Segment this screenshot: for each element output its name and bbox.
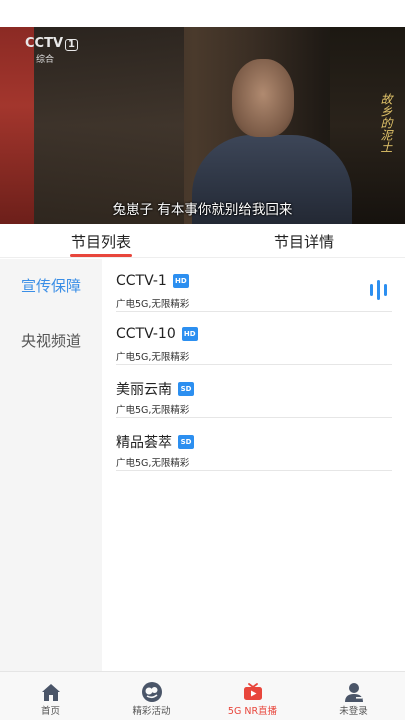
tv-icon [243,683,262,700]
nav-5g-live-label: 5G NR直播 [227,706,278,717]
nav-account[interactable]: 未登录 [303,672,404,720]
nav-home[interactable]: 首页 [0,672,101,720]
status-bar [0,0,405,27]
hd-badge: HD [181,327,198,341]
channel-description: 广电5G,无限精彩 [116,405,190,416]
video-player[interactable]: CCTV 1 综合 故乡的泥土 兔崽子 有本事你就别给我回来 [0,27,405,224]
now-playing-icon [368,279,390,301]
tab-program-list[interactable]: 节目列表 [56,231,146,252]
channel-description: 广电5G,无限精彩 [116,458,190,469]
video-subtitle: 兔崽子 有本事你就别给我回来 [112,202,293,218]
sidebar-item-cctv-channels[interactable]: 央视频道 [0,330,102,351]
category-sidebar: 宣传保障 央视频道 [0,259,102,671]
channel-logo: CCTV 1 [25,37,78,51]
channel-name: CCTV-10 [116,326,176,342]
channel-name: CCTV-1 [116,273,167,289]
live-page: CCTV 1 综合 故乡的泥土 兔崽子 有本事你就别给我回来 节目列表 节目详情 … [0,0,405,720]
nav-home-label: 首页 [40,706,60,717]
nav-activities-label: 精彩活动 [132,706,171,717]
channel-sub-label: 综合 [36,55,55,65]
channel-description: 广电5G,无限精彩 [116,352,190,363]
hd-badge: HD [172,274,189,288]
show-title-watermark: 故乡的泥土 [379,93,393,153]
sd-badge: SD [178,435,194,449]
user-icon [344,683,363,702]
video-scene-door [0,27,34,224]
channel-row-jingpin-huicui[interactable]: 精品荟萃 SD 广电5G,无限精彩 [116,418,392,471]
channel-row-cctv10[interactable]: CCTV-10 HD 广电5G,无限精彩 [116,312,392,365]
video-scene-wall [34,27,184,224]
channel-list: CCTV-1 HD 广电5G,无限精彩 CCTV-10 HD 广电5G,无限精彩 美… [116,259,392,471]
channel-description: 广电5G,无限精彩 [116,299,190,310]
bottom-navigation: 首页 精彩活动 5G NR直播 未登录 [0,671,405,720]
channel-row-cctv1[interactable]: CCTV-1 HD 广电5G,无限精彩 [116,259,392,312]
nav-5g-live[interactable]: 5G NR直播 [202,672,303,720]
sidebar-item-promotion[interactable]: 宣传保障 [0,275,102,296]
video-scene-figure-head [232,59,294,137]
activity-icon [141,682,162,702]
tab-program-details[interactable]: 节目详情 [258,231,350,252]
nav-account-label: 未登录 [339,706,368,717]
active-tab-indicator [70,254,132,257]
tab-bar: 节目列表 节目详情 [0,224,405,258]
nav-activities[interactable]: 精彩活动 [101,672,202,720]
home-icon [41,684,60,701]
sd-badge: SD [178,382,194,396]
channel-row-meili-yunnan[interactable]: 美丽云南 SD 广电5G,无限精彩 [116,365,392,418]
channel-name: 精品荟萃 [116,435,172,451]
channel-name: 美丽云南 [116,382,172,398]
